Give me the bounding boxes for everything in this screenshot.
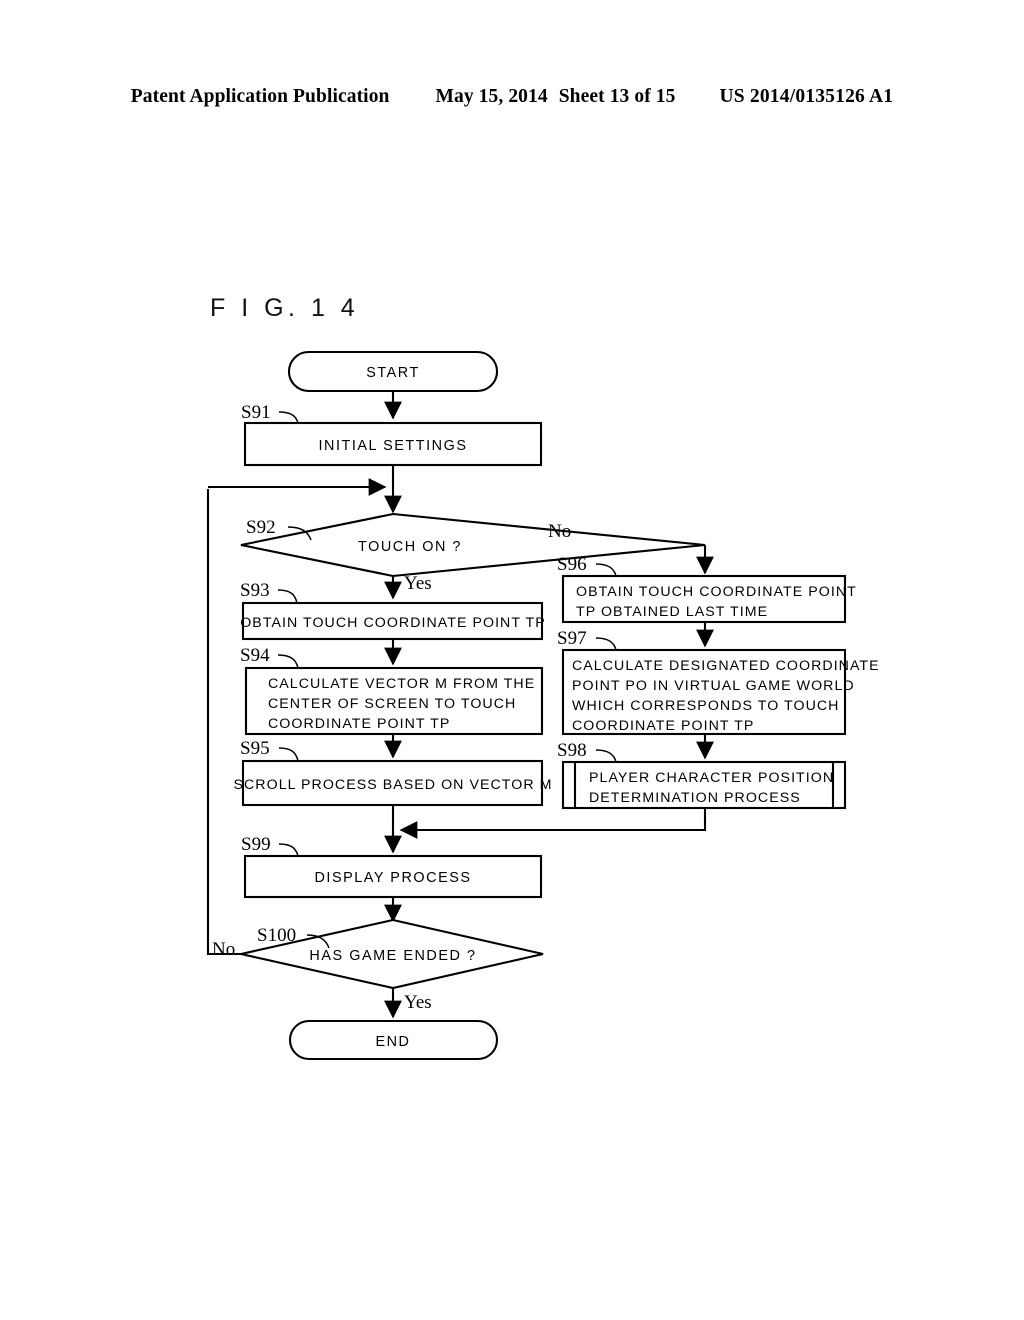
node-s92: TOUCH ON ?: [240, 512, 706, 578]
node-end-label: END: [375, 1034, 410, 1050]
tag-s91: S91: [241, 402, 299, 424]
node-s98: PLAYER CHARACTER POSITION DETERMINATION …: [561, 760, 847, 810]
branch-label-s100-no: No: [212, 939, 235, 960]
node-s98-line1: PLAYER CHARACTER POSITION: [589, 770, 834, 786]
connector-s98-to-merge: [399, 808, 707, 839]
branch-label-s100-yes: Yes: [404, 992, 432, 1013]
node-s97-line3: WHICH CORRESPONDS TO TOUCH: [572, 698, 839, 714]
node-s96-line2: TP OBTAINED LAST TIME: [576, 604, 768, 620]
node-s100-label: HAS GAME ENDED ?: [309, 948, 476, 964]
node-start: START: [287, 350, 499, 393]
tag-s92-text: S92: [246, 517, 276, 538]
tag-s97-text: S97: [557, 628, 587, 649]
tag-s98: S98: [557, 740, 617, 763]
tag-s93: S93: [240, 580, 298, 604]
tag-s100-text: S100: [257, 925, 296, 946]
tag-s98-text: S98: [557, 740, 587, 761]
tag-s99: S99: [241, 834, 299, 857]
branch-label-s92-yes: Yes: [404, 573, 432, 594]
patent-page: Patent Application Publication May 15, 2…: [0, 0, 1024, 1320]
tag-s91-text: S91: [241, 402, 271, 423]
node-s93: OBTAIN TOUCH COORDINATE POINT TP: [240, 601, 546, 641]
node-s96: OBTAIN TOUCH COORDINATE POINT TP OBTAINE…: [561, 574, 857, 624]
node-s99: DISPLAY PROCESS: [243, 854, 543, 899]
tag-s95-text: S95: [240, 738, 270, 759]
node-s93-label: OBTAIN TOUCH COORDINATE POINT TP: [240, 615, 546, 631]
tag-s97: S97: [557, 628, 617, 651]
node-s95: SCROLL PROCESS BASED ON VECTOR M: [234, 759, 553, 807]
tag-s94: S94: [240, 645, 299, 669]
node-s91-label: INITIAL SETTINGS: [318, 438, 467, 454]
tag-s94-text: S94: [240, 645, 270, 666]
connector-s100-no-loopback: [206, 489, 241, 956]
flowchart-diagram: START INITIAL SETTINGS S91 TOUCH ON ? S9…: [206, 350, 880, 1061]
branch-label-s92-no: No: [548, 521, 571, 542]
node-s97-line2: POINT PO IN VIRTUAL GAME WORLD: [572, 678, 855, 694]
node-s94-line2: CENTER OF SCREEN TO TOUCH: [268, 696, 516, 712]
tag-s99-text: S99: [241, 834, 271, 855]
node-s94-line3: COORDINATE POINT TP: [268, 716, 450, 732]
tag-s93-text: S93: [240, 580, 270, 601]
node-s91: INITIAL SETTINGS: [243, 421, 543, 467]
node-end: END: [288, 1019, 499, 1061]
node-s98-line2: DETERMINATION PROCESS: [589, 790, 801, 806]
node-s96-line1: OBTAIN TOUCH COORDINATE POINT: [576, 584, 857, 600]
node-start-label: START: [366, 365, 420, 381]
node-s97-line4: COORDINATE POINT TP: [572, 718, 754, 734]
node-s97-line1: CALCULATE DESIGNATED COORDINATE: [572, 658, 880, 674]
node-s99-label: DISPLAY PROCESS: [314, 870, 471, 886]
tag-s95: S95: [240, 738, 299, 762]
node-s95-label: SCROLL PROCESS BASED ON VECTOR M: [234, 777, 553, 793]
tag-s96: S96: [557, 554, 617, 577]
node-s94: CALCULATE VECTOR M FROM THE CENTER OF SC…: [244, 666, 544, 736]
tag-s96-text: S96: [557, 554, 587, 575]
node-s92-label: TOUCH ON ?: [358, 539, 462, 555]
node-s97: CALCULATE DESIGNATED COORDINATE POINT PO…: [561, 648, 880, 736]
node-s94-line1: CALCULATE VECTOR M FROM THE: [268, 676, 535, 692]
